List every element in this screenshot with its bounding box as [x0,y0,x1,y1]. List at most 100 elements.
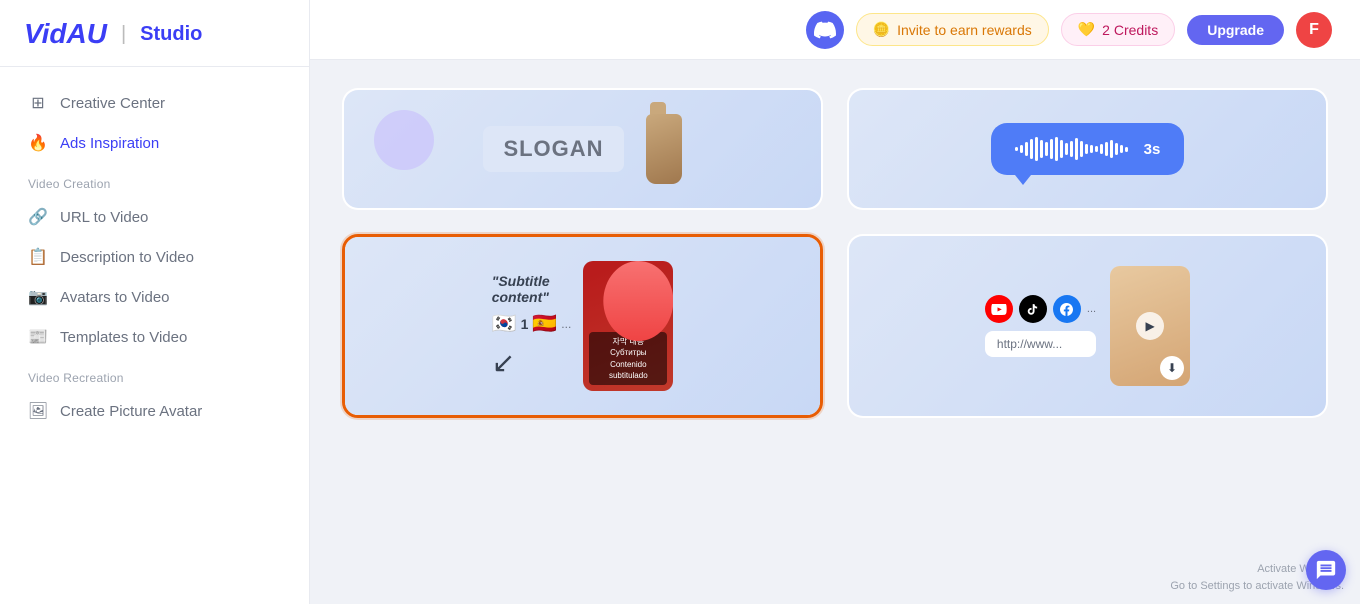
wave-bar [1015,147,1018,151]
sidebar-item-url-to-video[interactable]: 🔗 URL to Video [0,197,309,237]
person-silhouette [603,261,673,341]
logo-brand: VidAU [24,18,107,50]
card-title-video-download: Video Download [849,416,1326,418]
sidebar-item-ads-inspiration[interactable]: 🔥 Ads Inspiration [0,123,309,163]
flag-korean: 🇰🇷 [492,311,517,336]
card-tts[interactable]: 3s Text to Speech [847,88,1328,210]
sidebar-item-avatars-to-video[interactable]: 📷 Avatars to Video [0,277,309,317]
youtube-icon [985,295,1013,323]
more-social: ... [1087,303,1096,315]
arrow-symbol: ↙ [492,346,572,379]
wave-bar [1105,142,1108,156]
section-label-video-recreation: Video Recreation [0,357,309,391]
chat-support-button[interactable] [1306,550,1346,590]
invite-label: Invite to earn rewards [897,22,1032,38]
slogan-text: SLOGAN [483,126,623,172]
slogan-bottle-visual: SLOGAN [483,114,681,184]
card-thumbnail-watermarks: SLOGAN [344,90,821,208]
sidebar: VidAU | Studio ⊞ Creative Center 🔥 Ads I… [0,0,310,604]
wave-bar [1110,140,1113,158]
avatar-icon: 📷 [28,287,48,307]
card-thumbnail-subtitle: "Subtitlecontent" 🇰🇷 1 🇪🇸 ... ↙ 자막 내용Суб… [345,237,820,415]
card-subtitle-translate[interactable]: "Subtitlecontent" 🇰🇷 1 🇪🇸 ... ↙ 자막 내용Суб… [342,234,823,418]
wave-bar [1085,144,1088,154]
logo-product: Studio [140,23,202,46]
sidebar-navigation: ⊞ Creative Center 🔥 Ads Inspiration Vide… [0,67,309,604]
play-button: ▶ [1136,312,1164,340]
wave-bar [1025,142,1028,156]
templates-icon: 📰 [28,327,48,347]
user-avatar[interactable]: F [1296,12,1332,48]
card-thumbnail-tts: 3s [849,90,1326,208]
card-title-subtitle-translate: Video Subtitles Translate [345,415,820,418]
wave-bar [1080,141,1083,157]
card-watermarks[interactable]: SLOGAN Watermarks/Subtitles Removal [342,88,823,210]
download-left-panel: ... http://www... [985,295,1096,357]
sidebar-item-label: Ads Inspiration [60,135,159,152]
discord-button[interactable] [806,11,844,49]
wave-bar [1050,139,1053,159]
sidebar-item-description-to-video[interactable]: 📋 Description to Video [0,237,309,277]
credits-label: 2 Credits [1102,22,1158,38]
description-icon: 📋 [28,247,48,267]
wave-bar [1095,146,1098,152]
download-icon-circle: ⬇ [1160,356,1184,380]
card-video-download[interactable]: ... http://www... Product Title ▶ ⬇ Vide… [847,234,1328,418]
sidebar-item-templates-to-video[interactable]: 📰 Templates to Video [0,317,309,357]
subtitle-right-panel: 자막 내용СубтитрыContenidosubtitulado [583,261,673,391]
sidebar-item-label: Creative Center [60,95,165,112]
wave-bar [1065,143,1068,155]
wave-bar [1035,137,1038,161]
timer-badge: 3s [1144,141,1161,158]
grid-icon: ⊞ [28,93,48,113]
wave-bar [1030,139,1033,159]
card-title-watermarks: Watermarks/Subtitles Removal [344,208,821,210]
wave-bar [1040,140,1043,158]
wave-bar [1115,143,1118,155]
wave-bar [1100,144,1103,154]
invite-rewards-button[interactable]: 🪙 Invite to earn rewards [856,13,1049,46]
wave-bar [1090,145,1093,153]
flag-number: 1 [521,316,529,332]
wave-bar [1070,141,1073,157]
link-icon: 🔗 [28,207,48,227]
invite-icon: 🪙 [873,21,890,38]
sidebar-item-create-picture-avatar[interactable]: 🖼 Create Picture Avatar [0,391,309,431]
wave-bar [1120,145,1123,153]
credits-icon: 💛 [1078,21,1095,38]
wave-bar [1060,140,1063,158]
logo-divider: | [121,23,126,46]
sidebar-item-label: Avatars to Video [60,289,170,306]
upgrade-button[interactable]: Upgrade [1187,15,1284,45]
bottle-body [646,114,682,184]
picture-icon: 🖼 [28,401,48,421]
decorative-blob [374,110,434,170]
wave-bar [1055,137,1058,161]
social-icons-row: ... [985,295,1096,323]
download-right-panel: Product Title ▶ ⬇ [1110,266,1190,386]
url-input-visual: http://www... [985,331,1096,357]
fire-icon: 🔥 [28,133,48,153]
sidebar-item-label: URL to Video [60,209,148,226]
section-label-video-creation: Video Creation [0,163,309,197]
speech-bubble-visual: 3s [991,123,1185,175]
sidebar-item-label: Create Picture Avatar [60,403,202,420]
card-thumbnail-download: ... http://www... Product Title ▶ ⬇ [849,236,1326,416]
wave-bar [1075,138,1078,160]
facebook-icon [1053,295,1081,323]
waveform-visual [1015,137,1128,161]
subtitle-quote-text: "Subtitlecontent" [492,273,572,305]
wave-bar [1125,147,1128,152]
subtitle-left-panel: "Subtitlecontent" 🇰🇷 1 🇪🇸 ... ↙ [492,273,572,379]
sidebar-item-label: Templates to Video [60,329,187,346]
more-flags: ... [561,317,571,331]
cards-grid: SLOGAN Watermarks/Subtitles Removal [342,88,1328,418]
subtitle-overlay-text: 자막 내용СубтитрыContenidosubtitulado [589,332,667,385]
sidebar-item-creative-center[interactable]: ⊞ Creative Center [0,83,309,123]
tiktok-icon [1019,295,1047,323]
wave-bar [1045,142,1048,156]
content-area: SLOGAN Watermarks/Subtitles Removal [310,60,1360,604]
credits-button[interactable]: 💛 2 Credits [1061,13,1175,46]
flag-spain: 🇪🇸 [532,311,557,336]
wave-bar [1020,145,1023,153]
